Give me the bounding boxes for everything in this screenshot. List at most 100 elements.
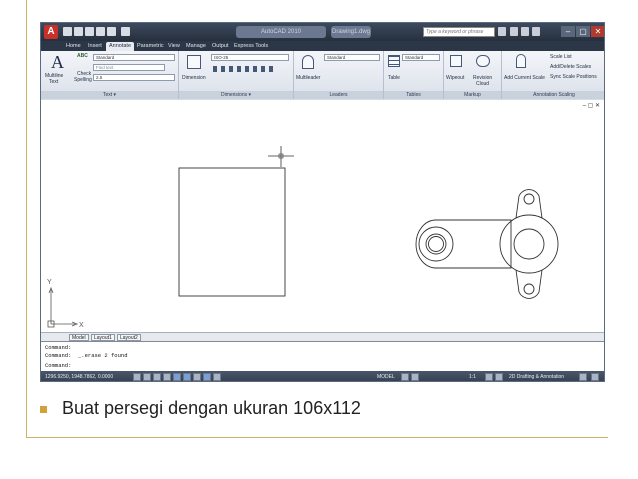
tab-view[interactable]: View (165, 42, 183, 51)
tab-manage[interactable]: Manage (183, 42, 209, 51)
quick-view-layouts-icon[interactable] (401, 373, 409, 381)
table-label[interactable]: Table (388, 75, 400, 81)
tab-model[interactable]: Model (69, 334, 89, 341)
workspace-switcher[interactable]: 2D Drafting & Annotation (509, 373, 564, 381)
osnap-toggle[interactable] (183, 373, 191, 381)
otrack-toggle[interactable] (193, 373, 201, 381)
ortho-toggle[interactable] (163, 373, 171, 381)
infer-constraints-toggle[interactable] (133, 373, 141, 381)
tab-home[interactable]: Home (63, 42, 84, 51)
bullet-marker (40, 406, 47, 413)
new-file-icon[interactable] (63, 27, 72, 36)
ribbon: A Multiline Text ABC Check Spelling Stan… (41, 51, 604, 99)
dim-style-select[interactable]: ISO-25 (211, 54, 289, 61)
snap-toggle[interactable] (143, 373, 151, 381)
revision-cloud-icon[interactable] (476, 55, 490, 67)
find-text-input[interactable]: Find text (93, 64, 165, 71)
dimension-label[interactable]: Dimension (182, 75, 206, 81)
dyn-toggle[interactable] (203, 373, 211, 381)
lineweight-toggle[interactable] (213, 373, 221, 381)
leaders-panel-title[interactable]: Leaders (294, 91, 383, 99)
help-icon[interactable] (532, 27, 540, 36)
communication-center-icon[interactable] (510, 27, 518, 36)
dimensions-panel-title[interactable]: Dimensions ▾ (179, 91, 293, 99)
multileader-icon[interactable] (302, 55, 314, 69)
scale-list-label[interactable]: Scale List (550, 54, 572, 60)
part-right-boss (499, 214, 559, 274)
tab-layout2[interactable]: Layout2 (117, 334, 141, 341)
status-bar: 1296.9250, 1948.7862, 0.0000 MODEL 1:1 2… (41, 371, 604, 381)
wipeout-label[interactable]: Wipeout (446, 75, 464, 81)
tab-parametric[interactable]: Parametric (134, 42, 167, 51)
spelling-label[interactable]: Spelling (74, 77, 92, 83)
multileader-label[interactable]: Multileader (296, 75, 320, 81)
table-icon[interactable] (388, 55, 400, 67)
tables-panel-title[interactable]: Tables (384, 91, 443, 99)
part-bottom-lug-hole (523, 283, 535, 295)
tables-panel: Table Standard Tables (384, 51, 444, 99)
close-button[interactable]: ✕ (591, 26, 604, 37)
tab-output[interactable]: Output (209, 42, 232, 51)
save-file-icon[interactable] (85, 27, 94, 36)
drawing-canvas[interactable]: Y X (41, 100, 605, 332)
command-prompt[interactable]: Command: (45, 362, 71, 369)
text-height-select[interactable]: 2.5 (93, 74, 175, 81)
open-file-icon[interactable] (74, 27, 83, 36)
auto-scale-icon[interactable] (495, 373, 503, 381)
slide-caption: Buat persegi dengan ukuran 106x112 (62, 398, 361, 418)
drawn-rectangle[interactable] (178, 167, 286, 297)
sync-scale-label[interactable]: Sync Scale Positions (550, 74, 597, 80)
polar-toggle[interactable] (173, 373, 181, 381)
mechanical-part[interactable] (415, 189, 559, 299)
search-input[interactable]: Type a keyword or phrase (423, 27, 495, 37)
coordinate-readout[interactable]: 1296.9250, 1948.7862, 0.0000 (45, 373, 113, 381)
drawing-area[interactable]: – ▢ ✕ Y X (41, 100, 604, 332)
tab-annotate[interactable]: Annotate (106, 42, 135, 51)
command-line[interactable]: Command: Command: _.erase 2 found Comman… (41, 341, 604, 371)
annotation-scaling-panel: Add Current Scale Scale List Add/Delete … (502, 51, 604, 99)
command-history-line: Command: (45, 344, 72, 351)
model-space-label[interactable]: MODEL (377, 373, 395, 381)
window-title: AutoCAD 2010 (236, 26, 326, 38)
leaders-panel: Multileader Standard Leaders (294, 51, 384, 99)
maximize-button[interactable]: ▢ (576, 26, 590, 37)
workspace-icon[interactable] (121, 27, 130, 36)
ucs-x-label: X (79, 322, 84, 329)
minimize-button[interactable]: – (561, 26, 575, 37)
dimension-tools-icon[interactable] (213, 66, 273, 72)
text-style-select[interactable]: Standard (93, 54, 175, 61)
application-menu-button[interactable]: A (44, 25, 58, 39)
tab-insert[interactable]: Insert (85, 42, 105, 51)
text-panel-title[interactable]: Text ▾ (41, 91, 178, 99)
clean-screen-icon[interactable] (591, 373, 599, 381)
wipeout-icon[interactable] (450, 55, 462, 67)
grid-toggle[interactable] (153, 373, 161, 381)
leader-style-select[interactable]: Standard (324, 54, 380, 61)
search-icon[interactable] (498, 27, 506, 36)
tab-express-tools[interactable]: Express Tools (231, 42, 271, 51)
viewport-controls[interactable]: – ▢ ✕ (583, 102, 600, 109)
add-current-scale-icon[interactable] (516, 54, 526, 68)
quick-view-drawings-icon[interactable] (411, 373, 419, 381)
annotation-scaling-title[interactable]: Annotation Scaling (502, 91, 604, 99)
add-current-scale-label[interactable]: Add Current Scale (504, 75, 545, 81)
multiline-text-icon[interactable]: A (51, 53, 64, 71)
undo-icon[interactable] (96, 27, 105, 36)
slide-bottom-rule (26, 437, 608, 438)
spell-check-icon[interactable]: ABC (77, 53, 88, 59)
table-style-select[interactable]: Standard (402, 54, 440, 61)
document-title: Drawing1.dwg (331, 26, 371, 38)
lock-icon[interactable] (579, 373, 587, 381)
add-delete-scales-label[interactable]: Add/Delete Scales (550, 64, 591, 70)
markup-panel-title[interactable]: Markup (444, 91, 501, 99)
tab-layout1[interactable]: Layout1 (91, 334, 115, 341)
multiline-text-label[interactable]: Text (49, 79, 58, 85)
favorites-star-icon[interactable] (521, 27, 529, 36)
redo-icon[interactable] (107, 27, 116, 36)
command-history-line: Command: _.erase 2 found (45, 352, 128, 359)
dimension-icon[interactable] (187, 55, 201, 69)
part-left-hole (425, 233, 447, 255)
cloud-label[interactable]: Cloud (476, 81, 489, 87)
annotation-visibility-icon[interactable] (485, 373, 493, 381)
annotation-scale-label[interactable]: 1:1 (469, 373, 476, 381)
